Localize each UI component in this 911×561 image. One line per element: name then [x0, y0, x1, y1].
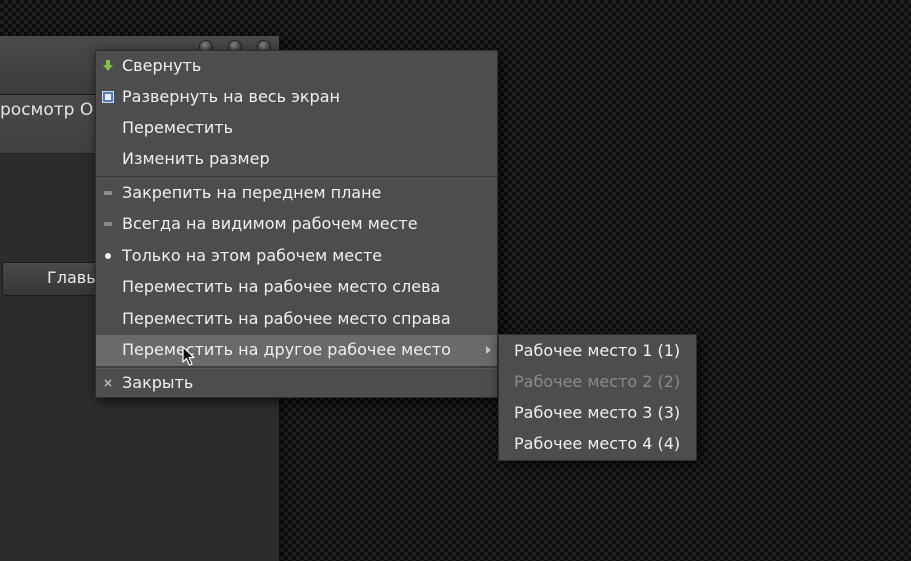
menu-item-label: Всегда на видимом рабочем месте	[122, 214, 418, 233]
menu-item-minimize[interactable]: Свернуть	[96, 51, 497, 82]
submenu-item-workspace-4[interactable]: Рабочее место 4 (4)	[499, 429, 696, 460]
menu-item-label: Свернуть	[122, 56, 202, 75]
menu-item-resize[interactable]: Изменить размер	[96, 144, 497, 175]
menu-item-label: Изменить размер	[122, 149, 270, 168]
submenu-item-workspace-1[interactable]: Рабочее место 1 (1)	[499, 336, 696, 367]
radio-selected-dot-icon	[101, 249, 115, 263]
menu-item-always-on-top[interactable]: Закрепить на переднем плане	[96, 178, 497, 209]
menubar-text[interactable]: росмотр О	[0, 100, 93, 120]
unchecked-dash-icon	[101, 217, 115, 231]
menu-item-move-workspace-right[interactable]: Переместить на рабочее место справа	[96, 304, 497, 335]
menu-item-always-visible-workspace[interactable]: Всегда на видимом рабочем месте	[96, 209, 497, 240]
submenu-item-label: Рабочее место 4 (4)	[514, 434, 681, 453]
menu-item-move[interactable]: Переместить	[96, 113, 497, 144]
menu-item-only-this-workspace[interactable]: Только на этом рабочем месте	[96, 241, 497, 272]
menu-item-label: Только на этом рабочем месте	[122, 246, 383, 265]
menu-item-label: Закрыть	[122, 373, 194, 392]
close-x-icon	[101, 376, 115, 390]
submenu-item-workspace-2: Рабочее место 2 (2)	[499, 367, 696, 398]
menu-item-move-workspace-left[interactable]: Переместить на рабочее место слева	[96, 272, 497, 303]
maximize-icon	[101, 90, 115, 104]
window-context-menu: Свернуть Развернуть на весь экран Переме…	[95, 50, 498, 398]
workspace-submenu: Рабочее место 1 (1) Рабочее место 2 (2) …	[498, 334, 697, 461]
menu-item-label: Закрепить на переднем плане	[122, 183, 382, 202]
menu-item-label: Развернуть на весь экран	[122, 87, 340, 106]
unchecked-dash-icon	[101, 186, 115, 200]
menu-item-label: Переместить на рабочее место справа	[122, 309, 451, 328]
submenu-item-label: Рабочее место 2 (2)	[514, 372, 681, 391]
mouse-cursor-icon	[182, 346, 195, 366]
submenu-arrow-icon	[486, 346, 491, 354]
menu-item-label: Переместить	[122, 118, 234, 137]
submenu-item-label: Рабочее место 1 (1)	[514, 341, 681, 360]
minimize-arrow-icon	[101, 59, 115, 73]
menu-item-move-other-workspace[interactable]: Переместить на другое рабочее место	[96, 335, 497, 366]
chapters-button-label: Главы	[47, 268, 99, 287]
submenu-item-label: Рабочее место 3 (3)	[514, 403, 681, 422]
menu-item-label: Переместить на другое рабочее место	[122, 340, 451, 359]
submenu-item-workspace-3[interactable]: Рабочее место 3 (3)	[499, 398, 696, 429]
menu-item-close[interactable]: Закрыть	[96, 368, 497, 399]
menu-item-maximize[interactable]: Развернуть на весь экран	[96, 82, 497, 113]
menu-item-label: Переместить на рабочее место слева	[122, 277, 441, 296]
